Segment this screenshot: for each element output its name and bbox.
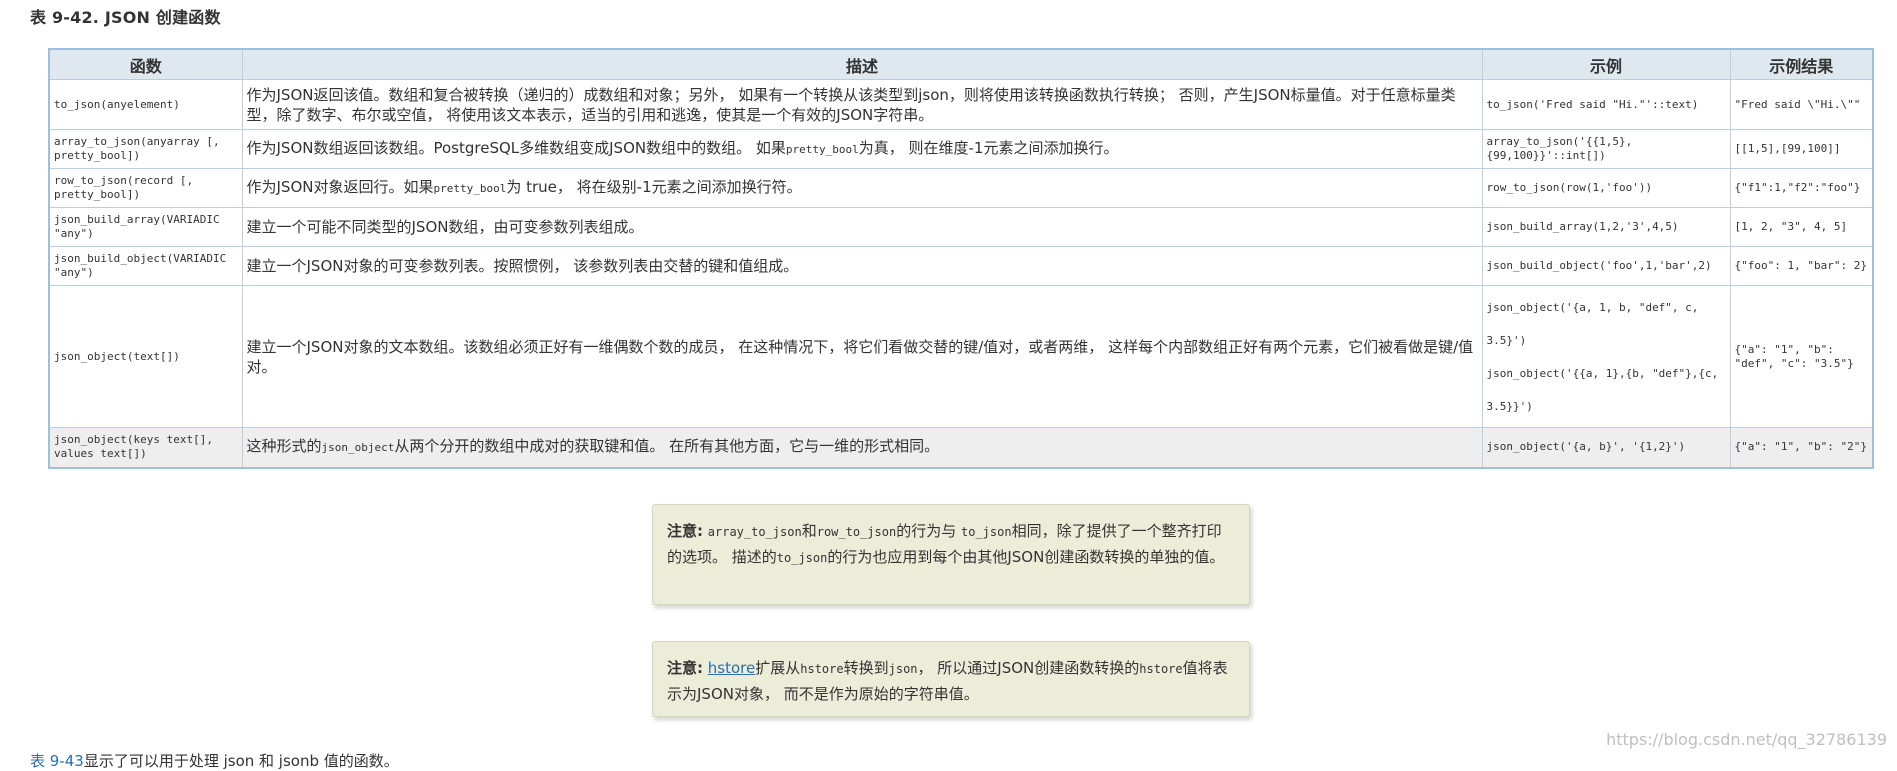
description-text: 为 true， 将在级别-1元素之间添加换行符。 — [506, 178, 802, 196]
example-cell: json_object('{a, b}', '{1,2}') — [1481, 427, 1731, 468]
note-text: 转换到 — [843, 659, 889, 677]
json-functions-table: 函数 描述 示例 示例结果 to_json(anyelement) 作为JSON… — [48, 48, 1874, 469]
table-row: array_to_json(anyarray [, pretty_bool]) … — [48, 129, 1874, 169]
description-text: 从两个分开的数组中成对的获取键和值。 在所有其他方面，它与一维的形式相同。 — [394, 437, 940, 456]
description-cell: 建立一个可能不同类型的JSON数组，由可变参数列表组成。 — [241, 207, 1483, 247]
function-cell: to_json(anyelement) — [48, 79, 243, 130]
description-cell: 建立一个JSON对象的文本数组。该数组必须正好有一维偶数个数的成员， 在这种情况… — [241, 285, 1483, 428]
bottom-paragraph: 表 9-43显示了可以用于处理 json 和 jsonb 值的函数。 — [30, 750, 399, 771]
table-row: json_build_object(VARIADIC "any") 建立一个JS… — [48, 246, 1874, 286]
note-text: 的行为与 — [896, 522, 957, 540]
function-cell: json_object(text[]) — [48, 285, 243, 428]
description-text: 为真， 则在维度-1元素之间添加换行。 — [858, 139, 1119, 157]
example-cell: json_build_object('foo',1,'bar',2) — [1481, 246, 1731, 286]
example-cell: json_build_array(1,2,'3',4,5) — [1481, 207, 1731, 247]
table-caption: 表 9-42. JSON 创建函数 — [30, 8, 221, 27]
result-cell: {"a": "1", "b": "2"} — [1729, 427, 1874, 468]
example-cell: row_to_json(row(1,'foo')) — [1481, 168, 1731, 208]
result-cell: {"foo": 1, "bar": 2} — [1729, 246, 1874, 286]
description-text: 这种形式的 — [246, 437, 322, 456]
table-row: json_object(text[]) 建立一个JSON对象的文本数组。该数组必… — [48, 285, 1874, 428]
inline-code: hstore — [800, 662, 844, 676]
note-box: 注意: array_to_json和row_to_json的行为与 to_jso… — [652, 504, 1250, 605]
note-text: 的行为也应用到每个由其他JSON创建函数转换的单独的值。 — [827, 548, 1225, 566]
table-row: row_to_json(record [, pretty_bool]) 作为JS… — [48, 168, 1874, 208]
example-cell: to_json('Fred said "Hi."'::text) — [1481, 79, 1731, 130]
description-text: 作为JSON数组返回该数组。PostgreSQL多维数组变成JSON数组中的数组… — [246, 139, 786, 157]
note-text: 扩展从 — [755, 659, 801, 677]
description-cell: 建立一个JSON对象的可变参数列表。按照惯例， 该参数列表由交替的键和值组成。 — [241, 246, 1483, 286]
table-row: to_json(anyelement) 作为JSON返回该值。数组和复合被转换（… — [48, 79, 1874, 130]
description-cell: 作为JSON对象返回行。如果pretty_bool为 true， 将在级别-1元… — [241, 168, 1483, 208]
note-label: 注意: — [667, 522, 703, 540]
inline-code: row_to_json — [816, 525, 897, 539]
table-ref-link[interactable]: 表 9-43 — [30, 752, 84, 770]
function-cell: row_to_json(record [, pretty_bool]) — [48, 168, 243, 208]
function-cell: json_build_array(VARIADIC "any") — [48, 207, 243, 247]
inline-code: array_to_json — [707, 525, 802, 539]
result-cell: [[1,5],[99,100]] — [1729, 129, 1874, 169]
description-cell: 作为JSON数组返回该数组。PostgreSQL多维数组变成JSON数组中的数组… — [241, 129, 1483, 169]
function-cell: array_to_json(anyarray [, pretty_bool]) — [48, 129, 243, 169]
inline-code: pretty_bool — [433, 182, 507, 195]
note-text: 和 — [801, 522, 817, 540]
example-text: json_object('{a, 1, b, "def", c, 3.5}') — [1486, 300, 1699, 347]
example-cell: array_to_json('{{1,5},{99,100}}'::int[]) — [1481, 129, 1731, 169]
result-cell: {"a": "1", "b": "def", "c": "3.5"} — [1729, 285, 1874, 428]
inline-code: hstore — [1139, 662, 1183, 676]
table-row: json_object(keys text[], values text[]) … — [48, 427, 1874, 468]
description-cell: 这种形式的json_object从两个分开的数组中成对的获取键和值。 在所有其他… — [241, 427, 1483, 468]
inline-code: pretty_bool — [785, 143, 859, 156]
hstore-link[interactable]: hstore — [708, 659, 755, 677]
header-example: 示例 — [1481, 48, 1731, 80]
note-box: 注意: hstore扩展从hstore转换到json， 所以通过JSON创建函数… — [652, 641, 1250, 717]
table-row: json_build_array(VARIADIC "any") 建立一个可能不… — [48, 207, 1874, 247]
result-cell: "Fred said \"Hi.\"" — [1729, 79, 1874, 130]
header-function: 函数 — [48, 48, 243, 80]
note-label: 注意: — [667, 659, 703, 677]
header-example-result: 示例结果 — [1729, 48, 1874, 80]
function-cell: json_build_object(VARIADIC "any") — [48, 246, 243, 286]
description-cell: 作为JSON返回该值。数组和复合被转换（递归的）成数组和对象；另外， 如果有一个… — [241, 79, 1483, 130]
description-text: 作为JSON对象返回行。如果 — [246, 178, 434, 196]
result-cell: {"f1":1,"f2":"foo"} — [1729, 168, 1874, 208]
inline-code: json — [888, 662, 918, 676]
inline-code: json_object — [321, 441, 395, 455]
header-description: 描述 — [241, 48, 1483, 80]
example-text: json_object('{{a, 1},{b, "def"},{c, 3.5}… — [1486, 366, 1719, 413]
note-text: ， 所以通过JSON创建函数转换的 — [917, 659, 1140, 677]
result-cell: [1, 2, "3", 4, 5] — [1729, 207, 1874, 247]
inline-code: to_json — [961, 525, 1012, 539]
paragraph-text: 显示了可以用于处理 json 和 jsonb 值的函数。 — [83, 752, 399, 770]
function-cell: json_object(keys text[], values text[]) — [48, 427, 243, 468]
watermark: https://blog.csdn.net/qq_32786139 — [1606, 730, 1887, 749]
example-cell: json_object('{a, 1, b, "def", c, 3.5}') … — [1481, 285, 1731, 428]
table-header-row: 函数 描述 示例 示例结果 — [48, 48, 1874, 80]
inline-code: to_json — [776, 551, 828, 565]
